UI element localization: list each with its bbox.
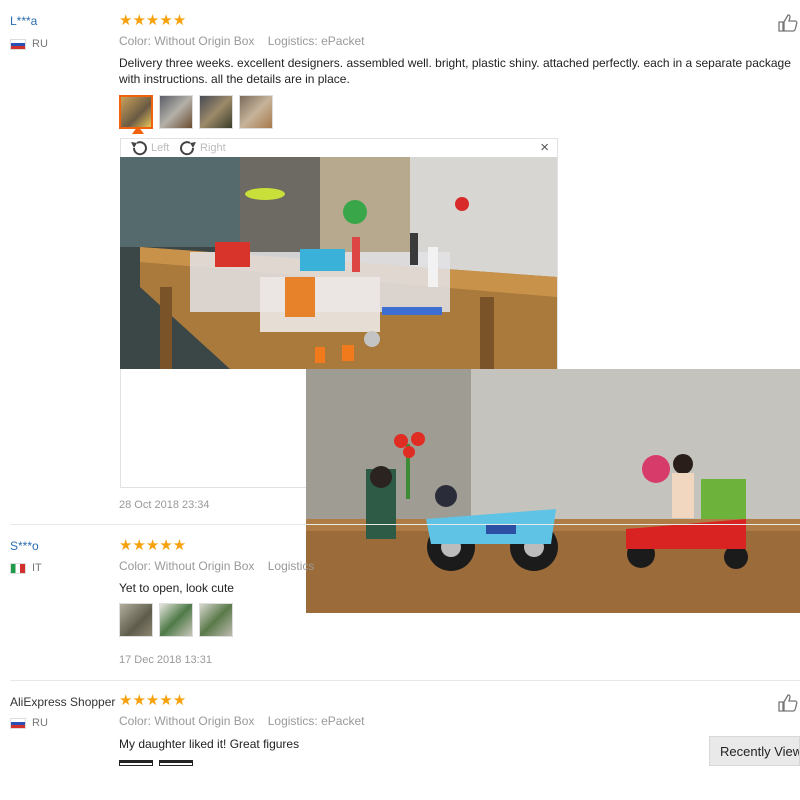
review-photo-thumb[interactable] <box>159 95 193 129</box>
review-divider <box>10 524 800 525</box>
review-photo-thumb[interactable] <box>199 603 233 637</box>
review-date: 17 Dec 2018 13:31 <box>119 654 212 666</box>
review-photo-thumb[interactable] <box>159 760 193 766</box>
close-icon[interactable]: × <box>540 139 549 156</box>
review-photo-thumb[interactable] <box>239 95 273 129</box>
reviewer-name[interactable]: L***a <box>10 14 37 28</box>
country-code: IT <box>32 562 42 574</box>
star-rating: ★★★★★ <box>119 12 187 29</box>
reviewer-name: AliExpress Shopper <box>10 695 116 709</box>
review-photos <box>119 95 273 129</box>
country-code: RU <box>32 38 48 50</box>
rotate-right-button[interactable]: Right <box>178 140 226 156</box>
review-text: My daughter liked it! Great figures <box>119 737 300 751</box>
thumbs-up-icon[interactable] <box>778 694 798 712</box>
color-attribute: Color: Without Origin Box <box>119 714 255 728</box>
review-divider <box>10 680 800 681</box>
reviewer-country: RU <box>10 38 48 50</box>
rotate-left-icon <box>131 141 147 156</box>
rotate-right-icon <box>180 141 196 156</box>
reviewer-name[interactable]: S***o <box>10 539 39 553</box>
review-date: 28 Oct 2018 23:34 <box>119 499 210 511</box>
review-attributes: Color: Without Origin Box Logistics: ePa… <box>119 34 374 48</box>
star-rating: ★★★★★ <box>119 692 187 709</box>
review-photo-thumb[interactable] <box>119 603 153 637</box>
logistics-attribute: Logistics: ePacket <box>267 34 365 48</box>
review-photo-thumb[interactable] <box>159 603 193 637</box>
rotate-left-label: Left <box>151 142 170 154</box>
review-attributes: Color: Without Origin Box Logistics: ePa… <box>119 714 374 728</box>
review-photos <box>119 760 193 766</box>
reviewer-country: RU <box>10 717 48 729</box>
review-text: Yet to open, look cute <box>119 581 234 595</box>
review-photo-large <box>120 157 557 369</box>
active-thumb-pointer <box>132 126 144 134</box>
review-photo-thumb[interactable] <box>119 95 153 129</box>
viewer-toolbar: Left Right × <box>121 139 557 157</box>
review-text: Delivery three weeks. excellent designer… <box>119 56 791 86</box>
logistics-attribute: Logistics <box>267 559 315 573</box>
rotate-left-button[interactable]: Left <box>129 140 169 156</box>
russia-flag-icon <box>10 38 26 50</box>
italy-flag-icon <box>10 562 26 574</box>
review-photo-thumb[interactable] <box>119 760 153 766</box>
review-photos <box>119 603 233 637</box>
country-code: RU <box>32 717 48 729</box>
recently-viewed-button[interactable]: Recently Viewed <box>709 736 800 766</box>
review-photo-thumb[interactable] <box>199 95 233 129</box>
color-attribute: Color: Without Origin Box <box>119 34 255 48</box>
logistics-attribute: Logistics: ePacket <box>267 714 365 728</box>
review-attributes: Color: Without Origin Box Logistics <box>119 559 324 573</box>
star-rating: ★★★★★ <box>119 537 187 554</box>
thumbs-up-icon[interactable] <box>778 14 798 32</box>
color-attribute: Color: Without Origin Box <box>119 559 255 573</box>
rotate-right-label: Right <box>200 142 226 154</box>
review-photo-preview <box>306 369 800 613</box>
russia-flag-icon <box>10 717 26 729</box>
reviewer-country: IT <box>10 562 42 574</box>
